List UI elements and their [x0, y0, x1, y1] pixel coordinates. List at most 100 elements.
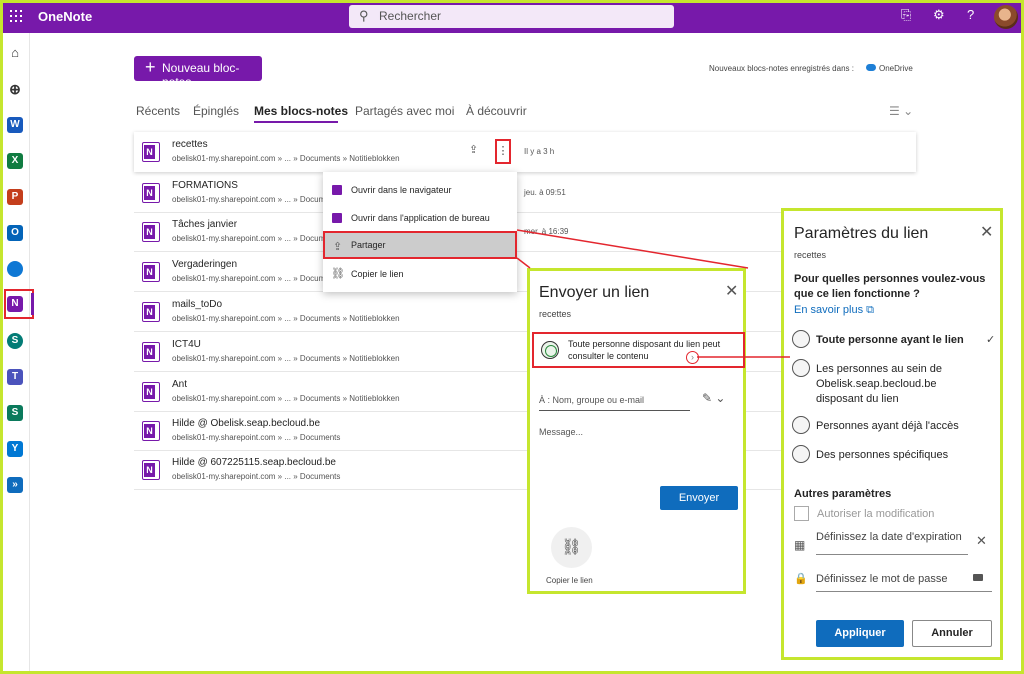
saved-location-note: Nouveaux blocs-notes enregistrés dans :	[709, 64, 854, 73]
power-automate-icon[interactable]: »	[7, 477, 23, 493]
share-icon: ⇪	[333, 241, 343, 253]
notebook-icon: N	[142, 460, 160, 480]
feedback-icon[interactable]: ⎘	[901, 7, 911, 23]
table-row[interactable]: N FORMATIONS obelisk01-my.sharepoint.com »…	[134, 173, 916, 213]
globe-icon	[792, 330, 810, 348]
plus-icon: +	[145, 57, 156, 77]
saved-location[interactable]: OneDrive	[879, 64, 913, 73]
word-icon[interactable]: W	[7, 117, 23, 133]
external-link-icon: ⧉	[866, 304, 875, 316]
active-tab-underline	[254, 121, 338, 123]
link-icon: ⛓	[331, 268, 345, 280]
onedrive-cloud-icon	[866, 64, 876, 71]
notebook-date: Il y a 3 h	[524, 147, 555, 156]
notebook-date: jeu. à 09:51	[524, 188, 566, 197]
notebook-title[interactable]: Hilde @ Obelisk.seap.becloud.be	[172, 418, 320, 429]
link-settings-button[interactable]: Toute personne disposant du lien peut co…	[532, 332, 745, 368]
new-notebook-button[interactable]: + Nouveau bloc-notes	[134, 56, 262, 89]
search-input[interactable]: ⚲ Rechercher	[349, 5, 674, 28]
notebook-title[interactable]: Vergaderingen	[172, 259, 237, 270]
dialog-title: Envoyer un lien	[539, 284, 650, 301]
option-label: Des personnes spécifiques	[816, 449, 949, 461]
sway-icon[interactable]: S	[7, 405, 23, 421]
help-icon[interactable]: ?	[967, 7, 974, 22]
tab-pinned[interactable]: Épinglés	[193, 104, 239, 118]
learn-more-link[interactable]: En savoir plus ⧉	[794, 304, 874, 317]
recipient-input[interactable]: À : Nom, groupe ou e-mail	[539, 391, 690, 411]
avatar[interactable]	[994, 5, 1018, 29]
powerpoint-icon[interactable]: P	[7, 189, 23, 205]
notebook-title[interactable]: mails_toDo	[172, 299, 222, 310]
excel-icon[interactable]: X	[7, 153, 23, 169]
panel-subtitle: recettes	[794, 250, 827, 260]
password-input[interactable]: Définissez le mot de passe	[816, 570, 992, 592]
pencil-chevron-icon[interactable]: ✎ ⌄	[702, 391, 725, 405]
app-launcher-icon[interactable]	[10, 10, 22, 22]
menu-copy-link[interactable]: ⛓ Copier le lien	[323, 260, 517, 288]
option-label: Toute personne ayant le lien	[816, 334, 964, 346]
share-icon[interactable]: ⇪	[469, 143, 478, 156]
send-button[interactable]: Envoyer	[660, 486, 738, 510]
tab-shared[interactable]: Partagés avec moi	[355, 104, 454, 118]
close-icon[interactable]: ✕	[725, 281, 738, 301]
building-icon	[792, 359, 810, 377]
notebook-title[interactable]: recettes	[172, 139, 208, 150]
notebook-path: obelisk01-my.sharepoint.com » ... » Docu…	[172, 354, 400, 363]
tab-my-notebooks[interactable]: Mes blocs-notes	[254, 104, 348, 118]
globe-icon	[541, 341, 559, 359]
notebook-title[interactable]: Tâches janvier	[172, 219, 237, 230]
clear-date-icon[interactable]: ✕	[976, 533, 987, 549]
copy-link-icon[interactable]: ⛓	[551, 527, 592, 568]
menu-label: Ouvrir dans l'application de bureau	[351, 213, 490, 223]
password-reveal-icon[interactable]	[973, 574, 983, 581]
menu-label: Ouvrir dans le navigateur	[351, 185, 452, 195]
notebook-icon: N	[142, 382, 160, 402]
active-indicator	[31, 293, 34, 315]
create-icon[interactable]: ⊕	[7, 81, 23, 97]
notebook-icon: N	[142, 302, 160, 322]
search-icon: ⚲	[359, 8, 369, 23]
expiry-date-input[interactable]: Définissez la date d'expiration	[816, 529, 968, 555]
notebook-title[interactable]: Hilde @ 607225115.seap.becloud.be	[172, 457, 336, 468]
people-icon	[792, 416, 810, 434]
apply-button[interactable]: Appliquer	[816, 620, 904, 647]
onedrive-icon[interactable]	[7, 261, 23, 277]
close-icon[interactable]: ✕	[980, 222, 993, 242]
message-input[interactable]: Message...	[539, 427, 583, 437]
notebook-title[interactable]: FORMATIONS	[172, 180, 238, 191]
new-notebook-label: Nouveau bloc-notes	[162, 61, 240, 89]
notebook-path: obelisk01-my.sharepoint.com » ... » Docu…	[172, 314, 400, 323]
sort-icon[interactable]: ☰ ⌄	[889, 104, 913, 118]
gear-icon[interactable]: ⚙	[933, 7, 945, 23]
home-icon[interactable]: ⌂	[7, 45, 23, 61]
notebook-title[interactable]: ICT4U	[172, 339, 201, 350]
chevron-right-icon[interactable]: ›	[686, 351, 699, 364]
notebook-path: obelisk01-my.sharepoint.com » ... » Docu…	[172, 394, 400, 403]
app-title[interactable]: OneNote	[38, 9, 92, 24]
outlook-icon[interactable]: O	[7, 225, 23, 241]
link-settings-panel: Paramètres du lien ✕ recettes Pour quell…	[781, 208, 1003, 660]
sharepoint-icon[interactable]: S	[7, 333, 23, 349]
notebook-icon: N	[142, 342, 160, 362]
menu-share[interactable]: ⇪ Partager	[323, 231, 517, 259]
menu-open-desktop[interactable]: Ouvrir dans l'application de bureau	[323, 204, 517, 232]
onenote-small-icon	[332, 213, 342, 223]
link-scope-text: Toute personne disposant du lien peut co…	[568, 339, 721, 361]
notebook-icon: N	[142, 183, 160, 203]
cancel-button[interactable]: Annuler	[912, 620, 992, 647]
teams-icon[interactable]: T	[7, 369, 23, 385]
tab-recent[interactable]: Récents	[136, 104, 180, 118]
onenote-icon[interactable]: N	[7, 296, 23, 312]
notebook-icon: N	[142, 421, 160, 441]
more-options-button[interactable]: ⋮	[495, 139, 511, 164]
tab-discover[interactable]: À découvrir	[466, 104, 527, 118]
table-row[interactable]: Nrecettes obelisk01-my.sharepoint.com » .…	[134, 132, 916, 172]
allow-edit-checkbox[interactable]	[794, 506, 809, 521]
yammer-icon[interactable]: Y	[7, 441, 23, 457]
menu-label: Copier le lien	[351, 269, 404, 279]
menu-open-browser[interactable]: Ouvrir dans le navigateur	[323, 176, 517, 204]
notebook-icon: N	[142, 142, 160, 162]
copy-link-label[interactable]: Copier le lien	[546, 576, 593, 585]
notebook-title[interactable]: Ant	[172, 379, 187, 390]
other-settings-heading: Autres paramètres	[794, 488, 892, 500]
